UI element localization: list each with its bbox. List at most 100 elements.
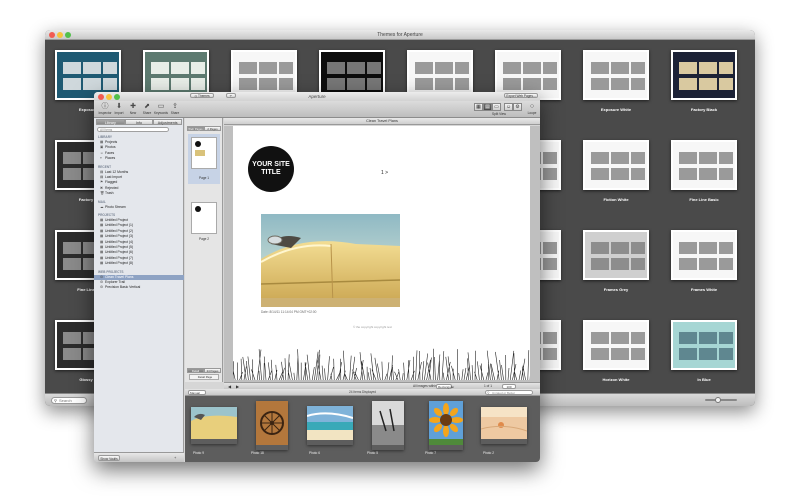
- sidebar-item[interactable]: ▦ Untitled Project (2): [100, 229, 180, 234]
- new-button[interactable]: ✚ New: [126, 102, 140, 117]
- page-1-thumbnail[interactable]: [191, 137, 217, 169]
- tab-detail-count[interactable]: 24 Pages: [204, 368, 221, 373]
- tab-detail[interactable]: Detail: [187, 368, 204, 373]
- sidebar-item[interactable]: ▤ Last 12 Months: [100, 170, 180, 175]
- show-vaults-button[interactable]: Show Vaults: [98, 455, 120, 461]
- zoom-icon[interactable]: [65, 32, 71, 38]
- theme-thumbnail[interactable]: [583, 320, 649, 370]
- window-title: Themes for Aperture: [377, 32, 423, 38]
- sidebar-item[interactable]: ▣ Photos: [100, 145, 180, 150]
- sidebar-item[interactable]: ☁ Photo Stream: [100, 205, 180, 210]
- search-field[interactable]: ⚲ Search: [51, 397, 87, 404]
- tab-adjustments[interactable]: Adjustments: [153, 119, 183, 125]
- browser-search-input[interactable]: ⚲ Unrated or Better: [485, 390, 533, 395]
- detail-page-thumbnail[interactable]: Detail Page: [189, 374, 219, 380]
- sidebar-item[interactable]: ⚑ Flagged: [100, 180, 180, 185]
- close-icon[interactable]: [98, 93, 104, 100]
- zoom-icon[interactable]: [114, 93, 120, 100]
- tab-page-count[interactable]: 2 Pages: [204, 126, 221, 131]
- web-page-canvas[interactable]: YOUR SITE TITLE 1 > Date: 8/14/11 11:14:…: [233, 126, 530, 380]
- sidebar-item[interactable]: ▦ Untitled Project: [100, 218, 180, 223]
- theme-preview-block: [63, 348, 81, 360]
- share-button[interactable]: ⬈ Share: [140, 102, 154, 117]
- theme-thumbnail[interactable]: [583, 230, 649, 280]
- theme-preview-block: [435, 62, 453, 74]
- sidebar-item[interactable]: ✖ Rejected: [100, 186, 180, 191]
- theme-label: Factory Black: [690, 107, 718, 112]
- theme-preview-block: [679, 348, 697, 360]
- size-slider-track[interactable]: [705, 399, 737, 401]
- photo-image: [191, 406, 237, 444]
- close-icon[interactable]: [49, 32, 55, 38]
- sidebar-item[interactable]: ▦ Untitled Project (8): [100, 261, 180, 266]
- page-nav[interactable]: 1 >: [381, 170, 388, 176]
- theme-preview-block: [611, 332, 629, 344]
- size-slider-knob[interactable]: [715, 397, 721, 403]
- tab-info[interactable]: Info: [124, 119, 154, 125]
- import-button[interactable]: ⬇ Import: [112, 102, 126, 117]
- sidebar-item[interactable]: ☺ Faces: [100, 151, 180, 156]
- photo-thumbnail[interactable]: [481, 402, 527, 448]
- photo-label: Photo 2: [483, 451, 494, 455]
- export-web-pages-button[interactable]: Export Web Pages...: [504, 93, 538, 98]
- theme-preview-block: [699, 332, 717, 344]
- sort-select[interactable]: Manual: [188, 390, 206, 395]
- sidebar-item[interactable]: ⌖ Places: [100, 156, 180, 161]
- theme-preview-block: [719, 348, 733, 360]
- photo-thumbnail[interactable]: [249, 400, 295, 448]
- sidebar-item[interactable]: ⚙ Precision Basic Vertical: [100, 285, 180, 290]
- theme-thumbnail[interactable]: [671, 320, 737, 370]
- view-map-button[interactable]: ⚙: [513, 103, 522, 111]
- view-split-button[interactable]: ▤: [483, 103, 492, 111]
- sidebar-item[interactable]: ⚙ Clean Travel Plans: [94, 274, 184, 280]
- library-search-input[interactable]: All Items: [97, 127, 169, 132]
- page-2-thumbnail[interactable]: [191, 202, 217, 234]
- hero-photo[interactable]: [261, 214, 400, 307]
- sidebar-item-icon: ▤: [100, 175, 104, 179]
- sidebar-item[interactable]: ▤ Last Import: [100, 175, 180, 180]
- sidebar-item[interactable]: ▦ Untitled Project (3): [100, 234, 180, 239]
- minimize-icon[interactable]: [106, 93, 112, 100]
- sidebar-item[interactable]: 🗑Trash: [100, 191, 180, 196]
- view-people-button[interactable]: ☺: [504, 103, 513, 111]
- photo-thumbnail[interactable]: [191, 402, 237, 448]
- sidebar-item[interactable]: ▦ Projects: [100, 140, 180, 145]
- grass-decoration: [233, 348, 530, 380]
- theme-preview-block: [63, 152, 81, 164]
- loupe-icon: ○: [529, 103, 535, 110]
- site-title-logo[interactable]: YOUR SITE TITLE: [248, 146, 294, 192]
- sidebar-item[interactable]: ▦ Untitled Project (5): [100, 245, 180, 250]
- theme-thumbnail[interactable]: [583, 140, 649, 190]
- minimize-icon[interactable]: [57, 32, 63, 38]
- theme-preview-block: [679, 62, 697, 74]
- add-icon[interactable]: +: [174, 455, 176, 460]
- view-grid-button[interactable]: ▦: [474, 103, 483, 111]
- sidebar-item[interactable]: ▦ Untitled Project (7): [100, 256, 180, 261]
- tab-web-pages[interactable]: Web Pages: [187, 126, 204, 131]
- keywords-button[interactable]: ▭ Keywords: [154, 102, 168, 117]
- photo-thumbnail[interactable]: [365, 400, 411, 448]
- photo-thumbnail[interactable]: [307, 402, 353, 448]
- theme-thumbnail[interactable]: [583, 50, 649, 100]
- theme-thumbnail[interactable]: [671, 50, 737, 100]
- view-viewer-button[interactable]: ▭: [492, 103, 501, 111]
- theme-preview-block: [83, 62, 101, 74]
- theme-label: Frames Grey: [603, 287, 629, 292]
- themes-button[interactable]: ◎ Themes: [190, 93, 214, 98]
- info-icon: ⓘ: [101, 103, 109, 110]
- undo-icon[interactable]: ↶: [226, 93, 236, 98]
- sidebar-item-icon: ▦: [100, 245, 104, 249]
- share-button[interactable]: ⇪ Share: [168, 102, 182, 117]
- sidebar-item[interactable]: ⚙ Explorer Trail: [100, 280, 180, 285]
- loupe-button[interactable]: ○ Loupe: [525, 102, 539, 117]
- sidebar-item-label: Untitled Project (3): [105, 234, 134, 239]
- tab-library[interactable]: Library: [96, 119, 125, 125]
- inspector-button[interactable]: ⓘ Inspector: [98, 102, 112, 117]
- theme-thumbnail[interactable]: [671, 230, 737, 280]
- photo-thumbnail[interactable]: [423, 400, 469, 448]
- sidebar-item[interactable]: ▦ Untitled Project (6): [100, 250, 180, 255]
- theme-thumbnail[interactable]: [671, 140, 737, 190]
- sidebar-item-label: Untitled Project (8): [105, 261, 134, 266]
- sidebar-item[interactable]: ▦ Untitled Project (1): [100, 223, 180, 228]
- sidebar-item[interactable]: ▦ Untitled Project (4): [100, 240, 180, 245]
